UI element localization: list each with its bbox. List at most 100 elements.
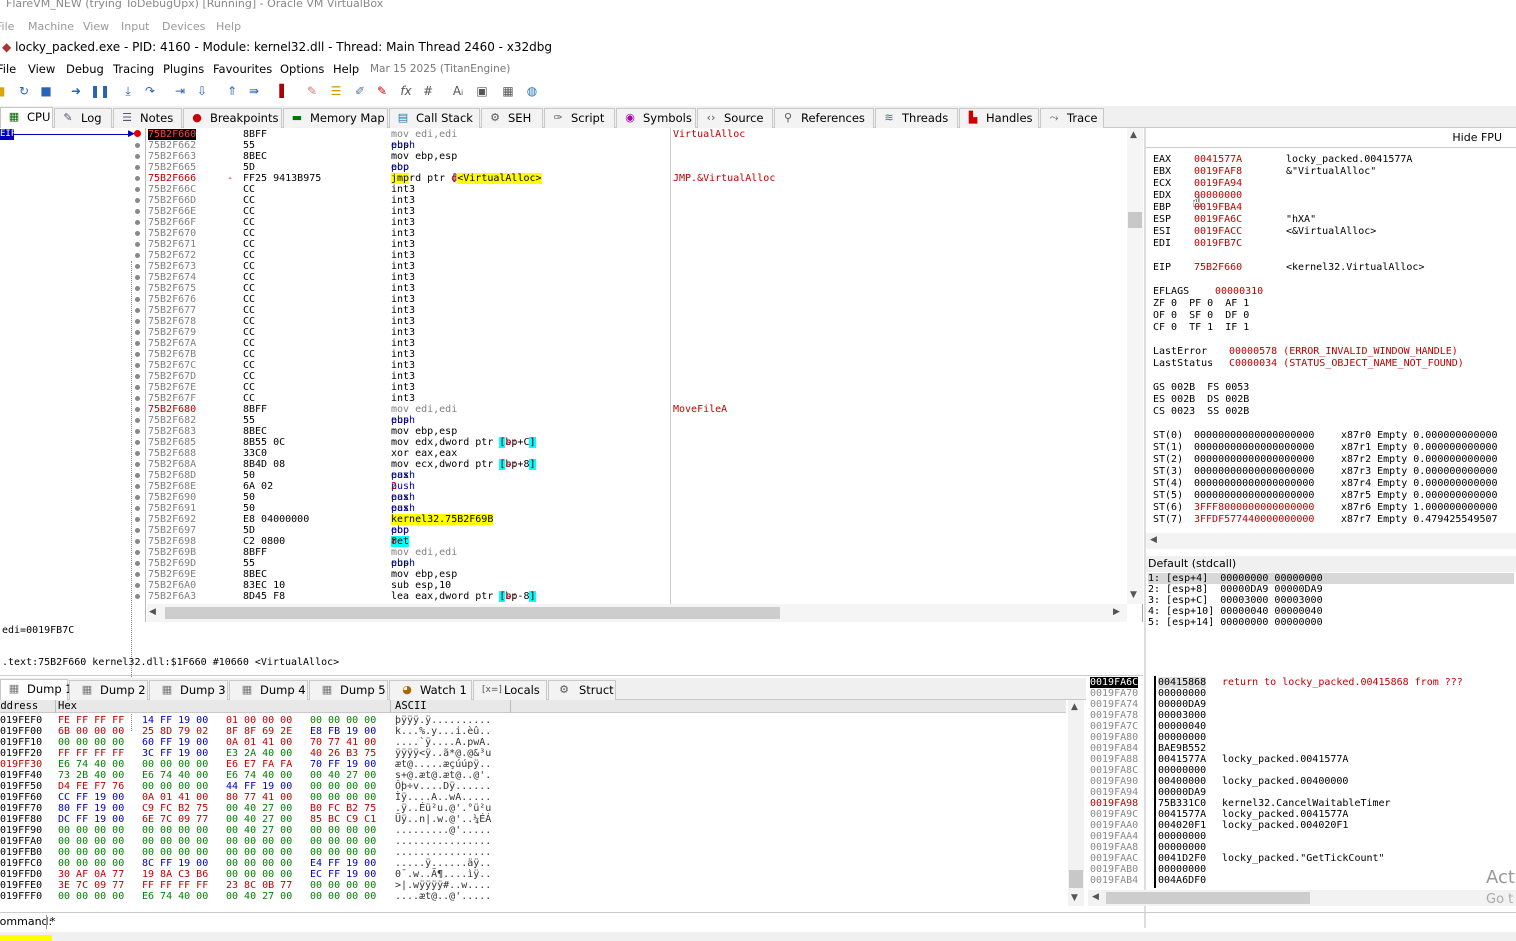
tab-references[interactable]: ⚲ References	[774, 108, 874, 128]
gutter-dot-icon[interactable]	[135, 407, 140, 412]
vbox-menu-input[interactable]: Input	[121, 20, 149, 33]
gutter-dot-icon[interactable]	[135, 451, 140, 456]
globe-icon[interactable]: ◍	[524, 83, 540, 99]
st-value[interactable]: 00000000000000000000	[1194, 466, 1314, 478]
command-input[interactable]: *	[50, 913, 56, 931]
stack-row[interactable]: 0019FAAC 0041D2F0 locky_packed."GetTickCou…	[1088, 853, 1516, 864]
st-value[interactable]: 00000000000000000000	[1194, 490, 1314, 502]
dump-row[interactable]: 0019FF30 E6 74 40 00 00 00 00 00 E6 E7 FA F…	[0, 759, 1066, 770]
st-value[interactable]: 00000000000000000000	[1194, 478, 1314, 490]
tab-dump-2[interactable]: ▦ Dump 2	[69, 680, 148, 700]
bookmarks-icon[interactable]: ✎	[374, 83, 390, 99]
stack-row[interactable]: 0019FA6C 00415868 return to locky_packed.0…	[1088, 677, 1516, 688]
disasm-row[interactable]: 75B2F66F CC int3	[147, 217, 1127, 228]
gutter-dot-icon[interactable]	[135, 429, 140, 434]
gutter-dot-icon[interactable]	[135, 330, 140, 335]
functions-icon[interactable]: fx	[398, 83, 414, 99]
disasm-row[interactable]: 75B2F69B 8BFF mov edi,edi	[147, 547, 1127, 558]
stack-row[interactable]: 0019FA78 00003000	[1088, 710, 1516, 721]
gutter-dot-icon[interactable]	[135, 572, 140, 577]
stack-row[interactable]: 0019FAA0 004020F1 locky_packed.004020F1	[1088, 820, 1516, 831]
disasm-row[interactable]: 75B2F67F CC int3	[147, 393, 1127, 404]
stack-row[interactable]: 0019FA70 00000000	[1088, 688, 1516, 699]
disasm-row[interactable]: 75B2F679 CC int3	[147, 327, 1127, 338]
gutter-dot-icon[interactable]	[135, 154, 140, 159]
vbox-menu-devices[interactable]: Devices	[162, 20, 205, 33]
disasm-row[interactable]: 75B2F680 8BFF mov edi,edi MoveFileA	[147, 404, 1127, 415]
dump-row[interactable]: 0019FFB0 00 00 00 00 00 00 00 00 00 00 00 0…	[0, 847, 1066, 858]
tab-trace[interactable]: ⤳ Trace	[1040, 108, 1104, 128]
gutter-dot-icon[interactable]	[135, 363, 140, 368]
calling-convention-select[interactable]: Default (stdcall)	[1146, 556, 1516, 572]
gutter-dot-icon[interactable]	[135, 528, 140, 533]
register-value[interactable]: 0041577A	[1194, 154, 1242, 166]
register-value[interactable]: 75B2F660	[1194, 262, 1242, 274]
disasm-row[interactable]: 75B2F67D CC int3	[147, 371, 1127, 382]
menu-tracing[interactable]: Tracing	[113, 60, 154, 78]
disasm-row[interactable]: 75B2F672 CC int3	[147, 250, 1127, 261]
disassembly-vscroll[interactable]: ▲ ▼	[1127, 128, 1143, 604]
labels-icon[interactable]: ✐	[352, 83, 368, 99]
tab-log[interactable]: ✎ Log	[54, 108, 112, 128]
stack-row[interactable]: 0019FA98 75B331C0 kernel32.CancelWaitableT…	[1088, 798, 1516, 809]
dump-row[interactable]: 0019FEF0 FE FF FF FF 14 FF 19 00 01 00 00 0…	[0, 715, 1066, 726]
disasm-row[interactable]: 75B2F67A CC int3	[147, 338, 1127, 349]
dump-row[interactable]: 0019FF40 73 2B 40 00 E6 74 40 00 E6 74 40 0…	[0, 770, 1066, 781]
open-icon[interactable]: ▮	[0, 83, 10, 99]
gutter-dot-icon[interactable]	[135, 374, 140, 379]
tab-notes[interactable]: ☰ Notes	[113, 108, 182, 128]
menu-plugins[interactable]: Plugins	[163, 60, 204, 78]
tab-script[interactable]: ✑ Script	[544, 108, 615, 128]
gutter-dot-icon[interactable]	[135, 594, 140, 599]
vbox-menu-view[interactable]: View	[83, 20, 109, 33]
disasm-row[interactable]: 75B2F66E CC int3	[147, 206, 1127, 217]
restart-icon[interactable]: ↻	[16, 83, 32, 99]
disasm-row[interactable]: 75B2F67B CC int3	[147, 349, 1127, 360]
scroll-right-icon[interactable]: ▶	[1113, 607, 1120, 617]
tab-call-stack[interactable]: ▤ Call Stack	[389, 108, 480, 128]
tab-struct[interactable]: ⚙ Struct	[548, 680, 616, 700]
disasm-row[interactable]: 75B2F688 33C0 xor eax,eax	[147, 448, 1127, 459]
gutter-dot-icon[interactable]	[135, 396, 140, 401]
gutter-dot-icon[interactable]	[135, 561, 140, 566]
disasm-row[interactable]: 75B2F666 FF25 9413B975- jmp dword ptr ds:[…	[147, 173, 1127, 184]
disasm-row[interactable]: 75B2F675 CC int3	[147, 283, 1127, 294]
scroll-down-icon[interactable]: ▼	[1071, 893, 1078, 903]
dump-row[interactable]: 0019FFE0 3E 7C 09 77 FF FF FF FF 23 8C 0B 7…	[0, 880, 1066, 891]
disasm-row[interactable]: 75B2F6A3 8D45 F8 lea eax,dword ptr ss:[ebp…	[147, 591, 1127, 602]
register-value[interactable]: 0019FA6C	[1194, 214, 1242, 226]
call-arg-row[interactable]: 2: [esp+8] 00000DA9 00000DA9	[1148, 584, 1323, 595]
disasm-row[interactable]: 75B2F69E 8BEC mov ebp,esp	[147, 569, 1127, 580]
disasm-row[interactable]: 75B2F678 CC int3	[147, 316, 1127, 327]
comments-icon[interactable]: ☰	[328, 83, 344, 99]
hscroll-thumb[interactable]	[165, 607, 780, 619]
disasm-row[interactable]: 75B2F685 8B55 0C mov edx,dword ptr ss:[ebp…	[147, 437, 1127, 448]
step-into-icon[interactable]: ⤓	[120, 83, 136, 99]
register-value[interactable]: 0019FB7C	[1194, 238, 1242, 250]
tab-symbols[interactable]: ◉ Symbols	[616, 108, 696, 128]
laststatus-value[interactable]: C0000034 (STATUS_OBJECT_NAME_NOT_FOUND)	[1229, 358, 1464, 370]
scroll-thumb[interactable]	[1128, 212, 1142, 228]
gutter-dot-icon[interactable]	[135, 264, 140, 269]
disasm-row[interactable]: 75B2F665 5D pop ebp	[147, 162, 1127, 173]
disasm-row[interactable]: 75B2F662 55 push ebp	[147, 140, 1127, 151]
gutter-dot-icon[interactable]	[135, 440, 140, 445]
registers-hscroll[interactable]: ◀	[1146, 533, 1516, 549]
disasm-row[interactable]: 75B2F674 CC int3	[147, 272, 1127, 283]
calculator-icon[interactable]: ▦	[500, 83, 516, 99]
dump-row[interactable]: 0019FF50 D4 FE F7 76 00 00 00 00 44 FF 19 0…	[0, 781, 1066, 792]
tab-source[interactable]: ‹› Source	[697, 108, 773, 128]
disasm-row[interactable]: 75B2F673 CC int3	[147, 261, 1127, 272]
stack-row[interactable]: 0019FA80 00000000	[1088, 732, 1516, 743]
font-icon[interactable]: Aᵢ	[450, 83, 466, 99]
variables-icon[interactable]: #	[420, 83, 436, 99]
tab-cpu[interactable]: ▦ CPU	[0, 107, 53, 128]
gutter-dot-icon[interactable]	[135, 176, 140, 181]
disasm-row[interactable]: 75B2F697 5D pop ebp	[147, 525, 1127, 536]
dump-row[interactable]: 0019FF20 FF FF FF FF 3C FF 19 00 E3 2A 40 0…	[0, 748, 1066, 759]
gutter-dot-icon[interactable]	[135, 209, 140, 214]
disasm-row[interactable]: 75B2F671 CC int3	[147, 239, 1127, 250]
gutter-dot-icon[interactable]	[135, 495, 140, 500]
vbox-menu-machine[interactable]: Machine	[28, 20, 74, 33]
scroll-down-icon[interactable]: ▼	[1130, 590, 1137, 600]
